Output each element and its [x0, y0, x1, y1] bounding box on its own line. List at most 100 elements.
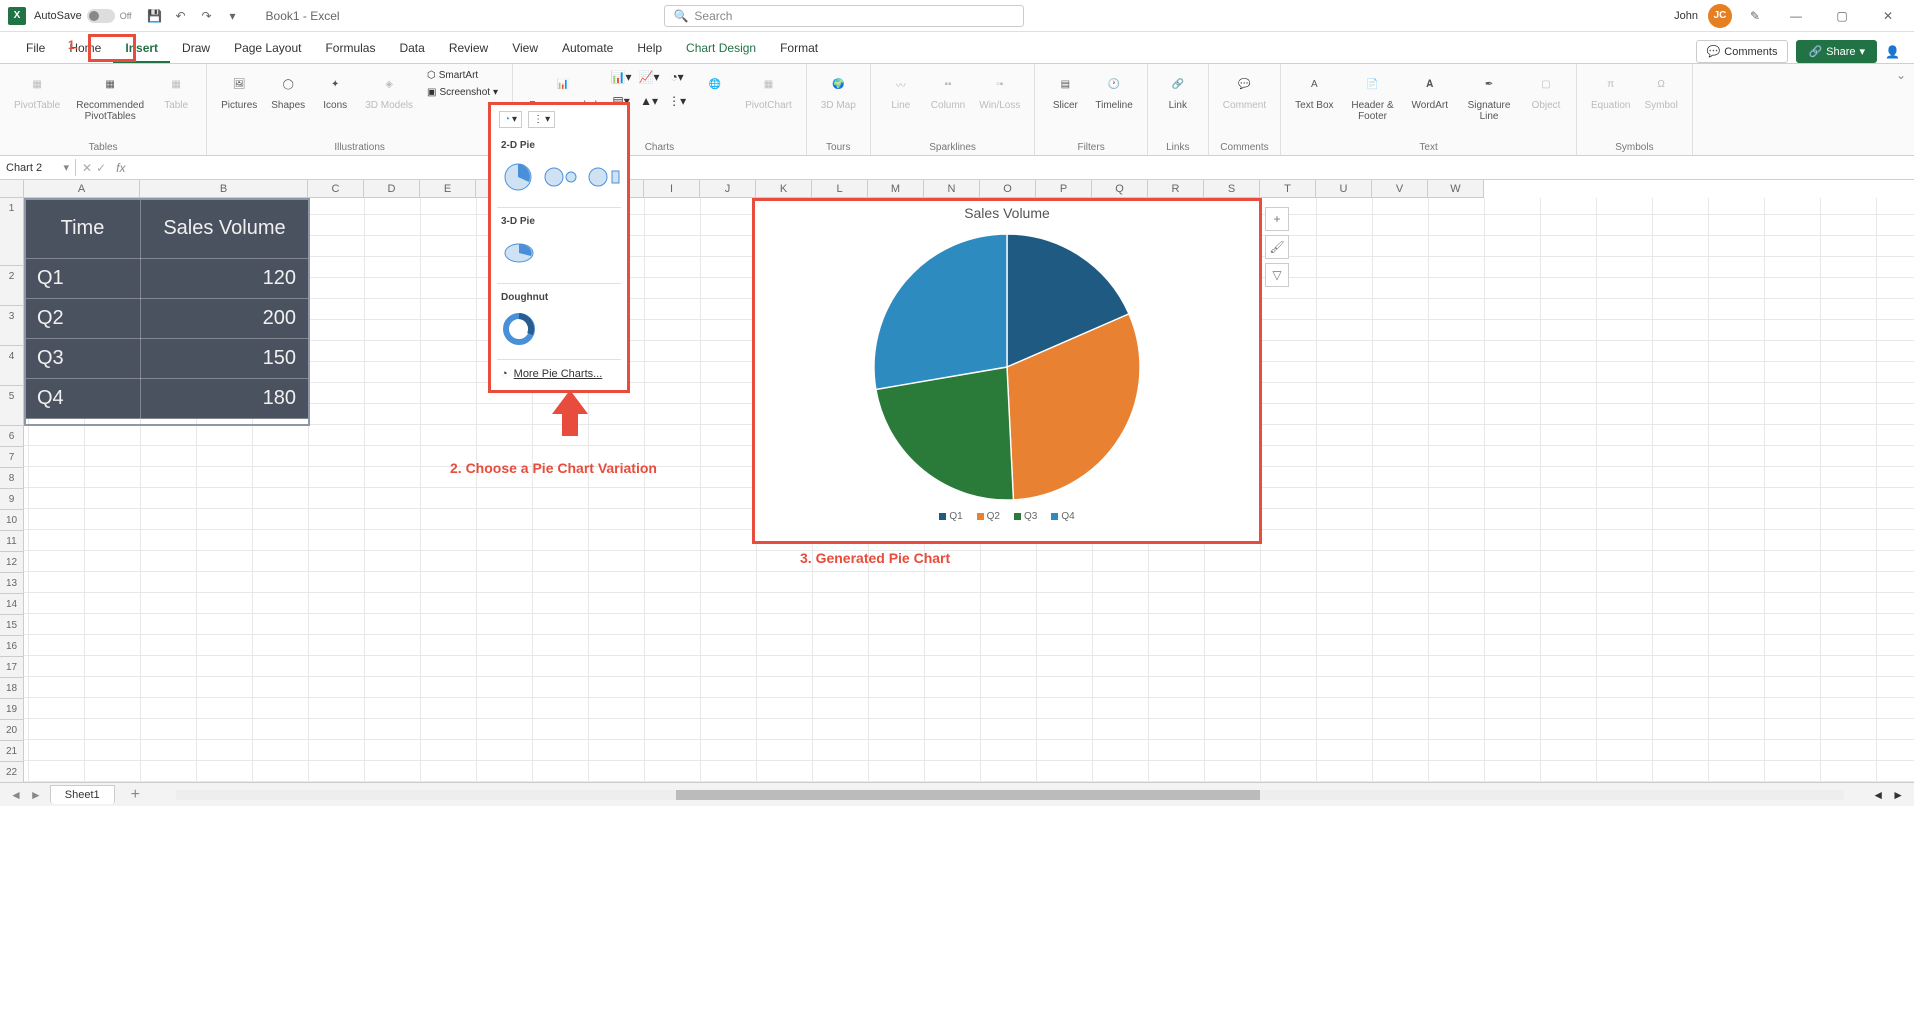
row-17[interactable]: 17 — [0, 657, 24, 678]
cell-q3-val[interactable]: 150 — [141, 339, 309, 379]
scatter-chart-icon[interactable]: ⋮▾ — [665, 92, 689, 110]
sheet-next-icon[interactable]: ► — [30, 788, 42, 802]
slicer-button[interactable]: ▤Slicer — [1045, 68, 1085, 113]
cancel-formula-icon[interactable]: ✕ — [82, 161, 92, 175]
minimize-icon[interactable]: — — [1778, 0, 1814, 32]
comment-button[interactable]: 💬Comment — [1219, 68, 1270, 113]
pie-2d-option[interactable] — [501, 159, 535, 195]
undo-icon[interactable]: ↶ — [170, 5, 192, 27]
col-J[interactable]: J — [700, 180, 756, 198]
row-1[interactable]: 1 — [0, 198, 24, 266]
col-V[interactable]: V — [1372, 180, 1428, 198]
sheet-prev-icon[interactable]: ◄ — [10, 788, 22, 802]
more-pie-charts-button[interactable]: ◔More Pie Charts... — [491, 362, 627, 386]
tab-formulas[interactable]: Formulas — [313, 35, 387, 63]
row-19[interactable]: 19 — [0, 699, 24, 720]
col-W[interactable]: W — [1428, 180, 1484, 198]
cell-q2-time[interactable]: Q2 — [25, 299, 141, 339]
scroll-left-icon[interactable]: ◄ — [1872, 788, 1884, 802]
link-button[interactable]: 🔗Link — [1158, 68, 1198, 113]
tab-chartdesign[interactable]: Chart Design — [674, 35, 768, 63]
search-box[interactable]: 🔍 Search — [664, 5, 1024, 27]
avatar[interactable]: JC — [1708, 4, 1732, 28]
column-chart-icon[interactable]: 📊▾ — [609, 68, 633, 86]
tab-view[interactable]: View — [500, 35, 550, 63]
timeline-button[interactable]: 🕐Timeline — [1091, 68, 1136, 113]
rec-pivottable-button[interactable]: ▦Recommended PivotTables — [70, 68, 150, 124]
data-table[interactable]: Time Sales Volume Q1120 Q2200 Q3150 Q418… — [24, 198, 309, 419]
row-6[interactable]: 6 — [0, 426, 24, 447]
cell-q4-time[interactable]: Q4 — [25, 379, 141, 419]
cell-q3-time[interactable]: Q3 — [25, 339, 141, 379]
share-button[interactable]: 🔗 Share ▾ — [1796, 40, 1877, 63]
tab-pagelayout[interactable]: Page Layout — [222, 35, 313, 63]
col-M[interactable]: M — [868, 180, 924, 198]
col-S[interactable]: S — [1204, 180, 1260, 198]
chart-elements-button[interactable]: + — [1265, 207, 1289, 231]
object-button[interactable]: ▢Object — [1526, 68, 1566, 113]
row-10[interactable]: 10 — [0, 510, 24, 531]
scroll-right-icon[interactable]: ► — [1892, 788, 1904, 802]
col-B[interactable]: B — [140, 180, 308, 198]
line-chart-icon[interactable]: 📈▾ — [637, 68, 661, 86]
col-L[interactable]: L — [812, 180, 868, 198]
area-chart-icon[interactable]: ▲▾ — [637, 92, 661, 110]
tab-insert[interactable]: Insert — [113, 35, 170, 63]
col-Q[interactable]: Q — [1092, 180, 1148, 198]
pivotchart-button[interactable]: ▦PivotChart — [741, 68, 796, 113]
tab-automate[interactable]: Automate — [550, 35, 625, 63]
icons-button[interactable]: ✦Icons — [315, 68, 355, 113]
cell-q1-val[interactable]: 120 — [141, 259, 309, 299]
row-14[interactable]: 14 — [0, 594, 24, 615]
tab-draw[interactable]: Draw — [170, 35, 222, 63]
tab-help[interactable]: Help — [625, 35, 674, 63]
pictures-button[interactable]: 🖼Pictures — [217, 68, 261, 113]
autosave-toggle[interactable]: AutoSave Off — [34, 9, 132, 23]
col-R[interactable]: R — [1148, 180, 1204, 198]
new-sheet-button[interactable]: + — [123, 786, 148, 804]
row-8[interactable]: 8 — [0, 468, 24, 489]
row-15[interactable]: 15 — [0, 615, 24, 636]
row-18[interactable]: 18 — [0, 678, 24, 699]
row-22[interactable]: 22 — [0, 762, 24, 782]
spark-column-button[interactable]: ▪▪Column — [927, 68, 969, 113]
header-time[interactable]: Time — [25, 199, 141, 259]
header-salesvolume[interactable]: Sales Volume — [141, 199, 309, 259]
save-icon[interactable]: 💾 — [144, 5, 166, 27]
pie-of-pie-option[interactable] — [543, 159, 579, 195]
row-11[interactable]: 11 — [0, 531, 24, 552]
col-K[interactable]: K — [756, 180, 812, 198]
3dmodels-button[interactable]: ◈3D Models — [361, 68, 417, 113]
chart-title[interactable]: Sales Volume — [755, 201, 1259, 227]
pie-dropdown-toggle[interactable]: ◔ ▾ — [499, 111, 522, 128]
spark-line-button[interactable]: 〰Line — [881, 68, 921, 113]
row-21[interactable]: 21 — [0, 741, 24, 762]
row-16[interactable]: 16 — [0, 636, 24, 657]
tab-file[interactable]: File — [14, 35, 57, 63]
doughnut-option[interactable] — [501, 311, 537, 347]
pivottable-button[interactable]: ▦PivotTable — [10, 68, 64, 113]
tab-home[interactable]: Home — [57, 35, 113, 63]
col-U[interactable]: U — [1316, 180, 1372, 198]
equation-button[interactable]: πEquation — [1587, 68, 1634, 113]
pie-chart-icon[interactable]: ◔▾ — [665, 68, 689, 86]
row-20[interactable]: 20 — [0, 720, 24, 741]
pie-3d-option[interactable] — [501, 235, 537, 271]
comments-button[interactable]: 💬 Comments — [1696, 40, 1789, 63]
enter-formula-icon[interactable]: ✓ — [96, 161, 106, 175]
table-button[interactable]: ▦Table — [156, 68, 196, 113]
fx-icon[interactable]: fx — [112, 161, 129, 175]
row-2[interactable]: 2 — [0, 266, 24, 306]
ribbon-collapse-icon[interactable]: ⌄ — [1888, 64, 1914, 155]
col-I[interactable]: I — [644, 180, 700, 198]
bar-of-pie-option[interactable] — [587, 159, 623, 195]
3dmap-button[interactable]: 🌍3D Map — [817, 68, 860, 113]
headerfooter-button[interactable]: 📄Header & Footer — [1344, 68, 1402, 124]
chart-styles-button[interactable]: 🖌 — [1265, 235, 1289, 259]
mode-icon[interactable]: 👤 — [1885, 45, 1900, 59]
row-5[interactable]: 5 — [0, 386, 24, 426]
worksheet[interactable]: A B C D E F G H I J K L M N O P Q R S T … — [0, 180, 1914, 782]
col-A[interactable]: A — [24, 180, 140, 198]
col-C[interactable]: C — [308, 180, 364, 198]
row-9[interactable]: 9 — [0, 489, 24, 510]
